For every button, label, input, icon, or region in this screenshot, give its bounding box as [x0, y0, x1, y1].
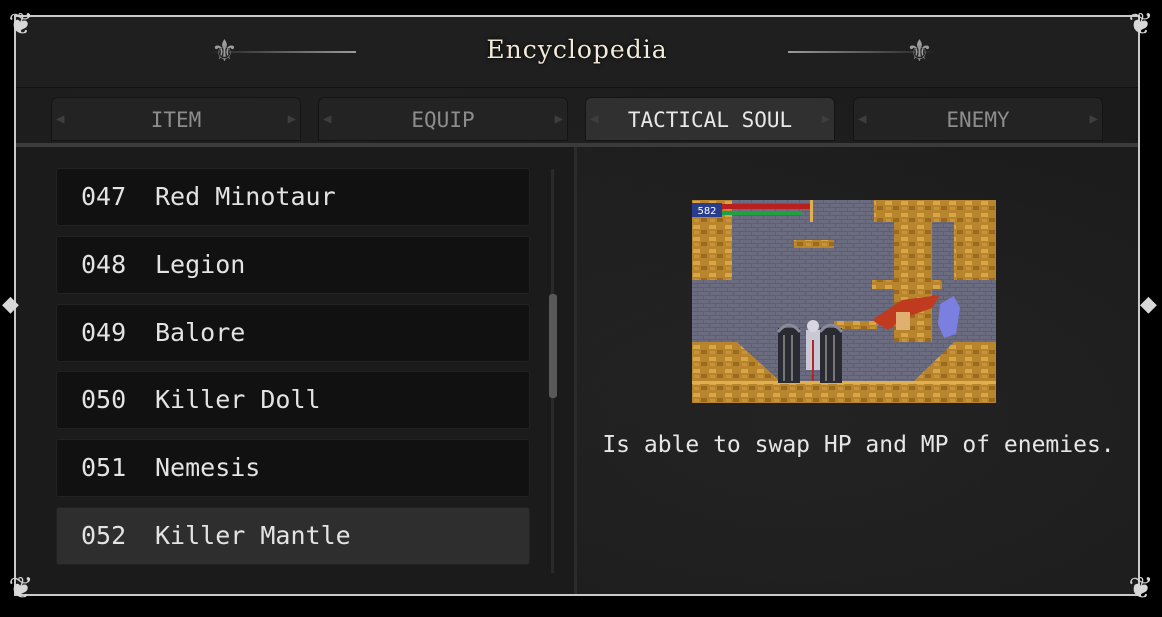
encyclopedia-window: ⚜ ⚜ Encyclopedia ◀ ITEM ▶ ◀ EQUIP ▶ ◀ TA… — [14, 15, 1140, 596]
item-name: Killer Mantle — [155, 521, 351, 550]
ornate-corner-icon: ❦ — [1128, 7, 1154, 42]
tab-equip[interactable]: ◀ EQUIP ▶ — [318, 97, 568, 141]
item-number: 051 — [81, 453, 127, 482]
list-item-selected[interactable]: 052 Killer Mantle — [56, 507, 530, 565]
tab-label: EQUIP — [411, 108, 475, 132]
header-bar: ⚜ ⚜ Encyclopedia — [16, 17, 1138, 88]
preview-hp-value: 582 — [697, 206, 716, 217]
item-name: Legion — [155, 250, 246, 279]
ornate-corner-icon: ❦ — [1128, 571, 1154, 606]
list-item[interactable]: 051 Nemesis — [56, 439, 530, 497]
page-title: Encyclopedia — [486, 35, 668, 64]
tab-notch-icon: ◀ — [590, 111, 599, 127]
category-tabs: ◀ ITEM ▶ ◀ EQUIP ▶ ◀ TACTICAL SOUL ▶ ◀ E… — [16, 95, 1138, 143]
list-item[interactable]: 047 Red Minotaur — [56, 168, 530, 226]
tab-notch-icon: ◀ — [56, 111, 65, 127]
item-name: Nemesis — [155, 453, 261, 482]
ornate-side-icon: ◆ — [1140, 292, 1157, 317]
item-number: 050 — [81, 385, 127, 414]
tab-notch-icon: ▶ — [554, 111, 563, 127]
item-number: 052 — [81, 521, 127, 550]
ornate-corner-icon: ❦ — [8, 571, 34, 606]
tab-notch-icon: ◀ — [323, 111, 332, 127]
item-number: 048 — [81, 250, 127, 279]
tab-notch-icon: ▶ — [1089, 111, 1098, 127]
tab-notch-icon: ▶ — [287, 111, 296, 127]
list-item[interactable]: 050 Killer Doll — [56, 371, 530, 429]
item-name: Red Minotaur — [155, 182, 336, 211]
soul-list: 047 Red Minotaur 048 Legion 049 Balore 0… — [16, 147, 574, 594]
list-item[interactable]: 048 Legion — [56, 236, 530, 294]
scrollbar-thumb[interactable] — [549, 294, 557, 398]
tab-tactical-soul[interactable]: ◀ TACTICAL SOUL ▶ — [585, 97, 835, 141]
item-name: Balore — [155, 318, 246, 347]
gameplay-preview-image: 582 — [692, 200, 996, 403]
tab-label: ENEMY — [946, 108, 1010, 132]
tab-notch-icon: ▶ — [821, 111, 830, 127]
list-item[interactable]: 049 Balore — [56, 304, 530, 362]
ornate-corner-icon: ❦ — [8, 7, 34, 42]
tab-label: ITEM — [150, 108, 202, 132]
tab-enemy[interactable]: ◀ ENEMY ▶ — [853, 97, 1103, 141]
detail-panel: 582 Is able to swap HP and MP of enemies… — [577, 147, 1138, 594]
tab-label: TACTICAL SOUL — [627, 108, 793, 132]
tab-notch-icon: ◀ — [858, 111, 867, 127]
item-name: Killer Doll — [155, 385, 321, 414]
soul-description: Is able to swap HP and MP of enemies. — [602, 432, 1115, 458]
item-number: 049 — [81, 318, 127, 347]
ornate-side-icon: ◆ — [2, 292, 19, 317]
item-number: 047 — [81, 182, 127, 211]
tab-item[interactable]: ◀ ITEM ▶ — [51, 97, 301, 141]
preview-scene: 582 — [692, 200, 996, 403]
